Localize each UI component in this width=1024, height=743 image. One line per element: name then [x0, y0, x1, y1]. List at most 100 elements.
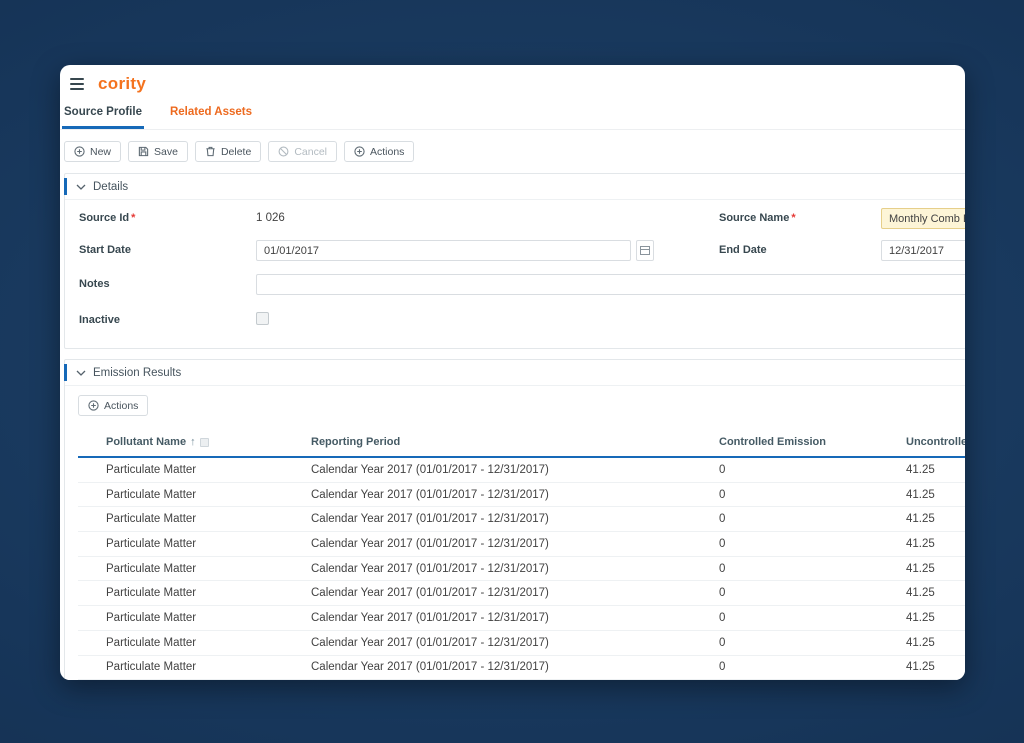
table-row[interactable]: Particulate Matter Calendar Year 2017 (01… — [78, 656, 965, 680]
source-id-value: 1 026 — [256, 212, 285, 224]
table-cell: Calendar Year 2017 (01/01/2017 - 12/31/2… — [311, 463, 549, 476]
table-row[interactable]: Particulate Matter Calendar Year 2017 (01… — [78, 606, 965, 631]
toolbar: New Save Delete Cancel Actions — [60, 130, 965, 173]
table-cell: Calendar Year 2017 (01/01/2017 - 12/31/2… — [311, 562, 549, 575]
table-cell: 41.25 — [906, 537, 935, 550]
table-cell: 0 — [719, 562, 726, 575]
table-cell: 0 — [719, 587, 726, 600]
menu-icon[interactable] — [70, 77, 84, 90]
table-cell: Particulate Matter — [106, 636, 197, 649]
cancel-button-label: Cancel — [294, 145, 327, 158]
chevron-down-icon — [76, 370, 86, 376]
table-cell: Calendar Year 2017 (01/01/2017 - 12/31/2… — [311, 636, 549, 649]
source-name-label: Source Name * — [719, 212, 796, 224]
calendar-icon — [640, 246, 650, 255]
table-cell: Calendar Year 2017 (01/01/2017 - 12/31/2… — [311, 611, 549, 624]
save-button-label: Save — [154, 145, 178, 158]
delete-button[interactable]: Delete — [194, 141, 262, 162]
table-cell: Particulate Matter — [106, 562, 197, 575]
table-cell: 41.25 — [906, 661, 935, 674]
table-row[interactable]: Particulate Matter Calendar Year 2017 (01… — [78, 458, 965, 483]
start-date-calendar-button[interactable] — [636, 240, 654, 261]
app-window: cority Source Profile Related Assets New… — [60, 65, 965, 680]
table-row[interactable]: Particulate Matter Calendar Year 2017 (01… — [78, 532, 965, 557]
end-date-label: End Date — [719, 244, 767, 256]
source-name-input[interactable] — [881, 208, 965, 229]
tab-bar: Source Profile Related Assets — [60, 97, 965, 130]
table-cell: Particulate Matter — [106, 488, 197, 501]
table-cell: Particulate Matter — [106, 611, 197, 624]
table-cell: 0 — [719, 611, 726, 624]
notes-input[interactable] — [256, 274, 965, 295]
table-body: Particulate Matter Calendar Year 2017 (01… — [78, 458, 965, 680]
start-date-label: Start Date — [79, 244, 131, 256]
table-cell: Particulate Matter — [106, 587, 197, 600]
emission-results-section: Emission Results Actions Pollutant Name … — [64, 359, 965, 680]
new-button[interactable]: New — [64, 141, 122, 162]
table-cell: Calendar Year 2017 (01/01/2017 - 12/31/2… — [311, 661, 549, 674]
table-cell: 0 — [719, 636, 726, 649]
table-row[interactable]: Particulate Matter Calendar Year 2017 (01… — [78, 581, 965, 607]
details-section: Details Source Id* 1 026 Source Name* St… — [64, 173, 965, 349]
required-indicator: * — [131, 212, 136, 224]
tab-related-assets[interactable]: Related Assets — [168, 99, 254, 129]
details-section-header[interactable]: Details — [64, 174, 965, 200]
table-cell: Particulate Matter — [106, 661, 197, 674]
emission-actions-button-label: Actions — [104, 399, 139, 412]
table-cell: 41.25 — [906, 611, 935, 624]
table-cell: 0 — [719, 661, 726, 674]
details-section-title: Details — [93, 180, 129, 193]
table-cell: 41.25 — [906, 562, 935, 575]
new-button-label: New — [90, 145, 112, 158]
trash-icon — [206, 146, 215, 157]
emission-results-table: Pollutant Name ↑ Reporting Period Contro… — [78, 428, 965, 680]
column-header-pollutant-name[interactable]: Pollutant Name ↑ — [106, 436, 209, 448]
source-id-label: Source Id * — [79, 212, 136, 224]
table-cell: 0 — [719, 513, 726, 526]
sort-ascending-icon[interactable]: ↑ — [190, 436, 196, 448]
column-header-controlled-emission[interactable]: Controlled Emission — [719, 436, 826, 448]
details-form: Source Id* 1 026 Source Name* Start Date… — [65, 200, 965, 348]
inactive-label: Inactive — [79, 314, 120, 326]
actions-button-label: Actions — [370, 145, 405, 158]
chevron-down-icon — [76, 184, 86, 190]
end-date-input[interactable] — [881, 240, 965, 261]
table-cell: 0 — [719, 537, 726, 550]
inactive-checkbox[interactable] — [256, 312, 269, 325]
table-cell: 0 — [719, 463, 726, 476]
emission-results-section-title: Emission Results — [93, 366, 182, 379]
table-row[interactable]: Particulate Matter Calendar Year 2017 (01… — [78, 631, 965, 656]
cancel-button[interactable]: Cancel — [268, 141, 337, 162]
table-cell: 41.25 — [906, 513, 935, 526]
tab-source-profile[interactable]: Source Profile — [62, 99, 144, 129]
table-cell: 41.25 — [906, 636, 935, 649]
table-cell: Particulate Matter — [106, 537, 197, 550]
save-button[interactable]: Save — [128, 141, 188, 162]
app-header: cority — [60, 65, 965, 97]
column-header-reporting-period[interactable]: Reporting Period — [311, 436, 400, 448]
table-cell: Calendar Year 2017 (01/01/2017 - 12/31/2… — [311, 513, 549, 526]
emission-results-section-header[interactable]: Emission Results — [64, 360, 965, 386]
table-cell: Calendar Year 2017 (01/01/2017 - 12/31/2… — [311, 488, 549, 501]
required-indicator: * — [791, 212, 796, 224]
save-icon — [138, 146, 149, 157]
table-cell: 41.25 — [906, 463, 935, 476]
plus-circle-icon — [74, 146, 85, 157]
table-row[interactable]: Particulate Matter Calendar Year 2017 (01… — [78, 483, 965, 508]
table-header-row: Pollutant Name ↑ Reporting Period Contro… — [78, 428, 965, 458]
table-row[interactable]: Particulate Matter Calendar Year 2017 (01… — [78, 507, 965, 533]
start-date-input[interactable] — [256, 240, 631, 261]
notes-label: Notes — [79, 278, 110, 290]
table-cell: 41.25 — [906, 587, 935, 600]
plus-circle-icon — [88, 400, 99, 411]
table-cell: Calendar Year 2017 (01/01/2017 - 12/31/2… — [311, 537, 549, 550]
emission-actions-button[interactable]: Actions — [78, 395, 149, 416]
table-cell: 41.25 — [906, 488, 935, 501]
table-cell: Particulate Matter — [106, 513, 197, 526]
table-cell: 0 — [719, 488, 726, 501]
sort-order-badge-icon — [199, 437, 209, 447]
table-row[interactable]: Particulate Matter Calendar Year 2017 (01… — [78, 557, 965, 582]
actions-button[interactable]: Actions — [344, 141, 415, 162]
column-header-uncontrolled-emission[interactable]: Uncontrolled Em — [906, 436, 965, 448]
ban-icon — [278, 146, 289, 157]
